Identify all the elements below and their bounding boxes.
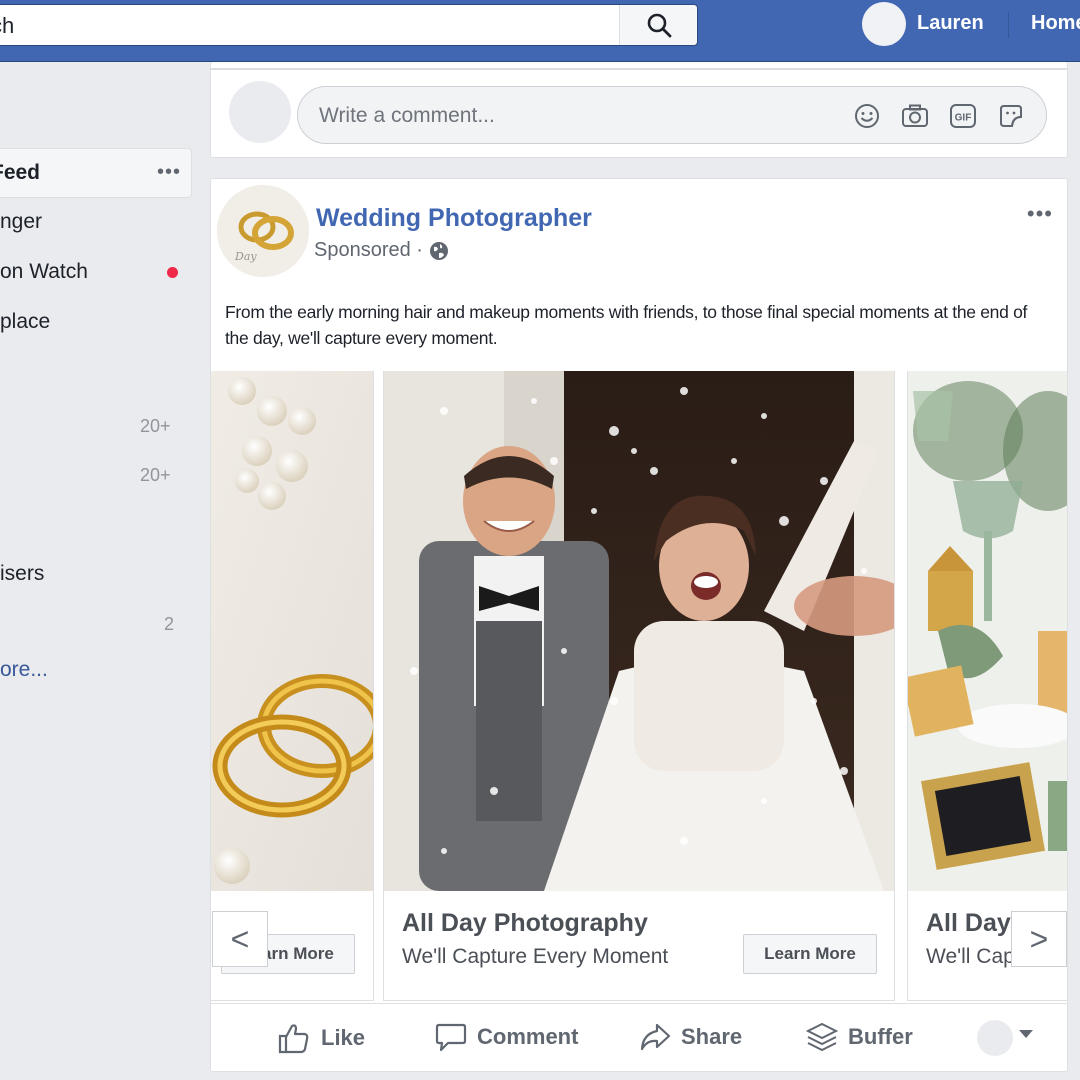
post-text: From the early morning hair and makeup m… bbox=[225, 302, 1028, 348]
search-bar[interactable]: ch bbox=[0, 4, 698, 46]
sponsored-post: Day Wedding Photographer Sponsored · •••… bbox=[210, 178, 1068, 1072]
sidebar-item-fundraisers[interactable]: isers bbox=[0, 562, 44, 586]
user-avatar[interactable] bbox=[862, 2, 906, 46]
carousel: Learn More All Day Photography We'll Cap… bbox=[211, 371, 1067, 1003]
sidebar-item-watch[interactable]: on Watch bbox=[0, 260, 88, 284]
share-button[interactable]: Share bbox=[639, 1022, 742, 1052]
carousel-image-rings bbox=[211, 371, 373, 891]
sponsored-label: Sponsored · bbox=[314, 239, 449, 262]
caret-down-icon[interactable] bbox=[1019, 1030, 1033, 1038]
camera-icon[interactable] bbox=[900, 101, 930, 131]
carousel-prev-button[interactable]: < bbox=[212, 911, 268, 967]
carousel-card-subtitle: We'll Capture Every Moment bbox=[402, 945, 669, 968]
chevron-right-icon: > bbox=[1029, 920, 1049, 957]
comment-label: Comment bbox=[477, 1024, 579, 1049]
carousel-card-title: All Day Photography bbox=[402, 909, 648, 937]
search-button[interactable] bbox=[619, 5, 697, 45]
comment-placeholder: Write a comment... bbox=[319, 104, 495, 127]
learn-more-button[interactable]: Learn More bbox=[743, 934, 877, 974]
share-label: Share bbox=[681, 1024, 743, 1049]
comment-button[interactable]: Comment bbox=[435, 1022, 578, 1052]
notification-dot bbox=[167, 267, 178, 278]
see-more-link[interactable]: ore... bbox=[0, 658, 48, 682]
svg-text:GIF: GIF bbox=[955, 113, 972, 124]
like-label: Like bbox=[321, 1025, 366, 1050]
avatar[interactable] bbox=[977, 1020, 1013, 1056]
left-sidebar: Feed ••• nger on Watch place 20+ 20+ ise… bbox=[0, 62, 200, 1080]
search-icon bbox=[647, 13, 671, 38]
share-icon bbox=[640, 1023, 671, 1051]
avatar bbox=[229, 81, 291, 143]
buffer-label: Buffer bbox=[848, 1024, 913, 1049]
like-button[interactable]: Like bbox=[277, 1022, 365, 1054]
sidebar-item-label: Feed bbox=[0, 161, 41, 184]
carousel-image-table bbox=[908, 371, 1067, 891]
sidebar-item-marketplace[interactable]: place bbox=[0, 310, 50, 334]
profile-link[interactable]: Lauren bbox=[917, 12, 984, 35]
page-name-link[interactable]: Wedding Photographer bbox=[316, 204, 592, 233]
sidebar-count: 2 bbox=[164, 614, 175, 634]
divider bbox=[211, 68, 1067, 70]
svg-text:Day: Day bbox=[234, 250, 257, 263]
home-link[interactable]: Home bbox=[1031, 12, 1080, 35]
comment-composer-card: Write a comment... GIF bbox=[210, 62, 1068, 158]
carousel-image-couple bbox=[384, 371, 894, 891]
top-navigation-bar: ch Lauren Home bbox=[0, 0, 1080, 62]
sidebar-item-messenger[interactable]: nger bbox=[0, 210, 42, 234]
globe-icon bbox=[429, 241, 448, 260]
comment-icon bbox=[435, 1023, 467, 1052]
thumbs-up-icon bbox=[278, 1024, 309, 1054]
post-options-icon[interactable]: ••• bbox=[1027, 201, 1053, 227]
buffer-button[interactable]: Buffer bbox=[806, 1022, 913, 1052]
carousel-card[interactable]: All Day Photography We'll Capture Every … bbox=[383, 371, 895, 1001]
more-options-icon[interactable]: ••• bbox=[157, 161, 181, 184]
comment-tools: GIF bbox=[852, 101, 1026, 131]
sidebar-count: 20+ bbox=[140, 465, 171, 485]
page-avatar[interactable]: Day bbox=[217, 185, 309, 277]
gif-icon[interactable]: GIF bbox=[948, 101, 978, 131]
search-input[interactable]: ch bbox=[0, 13, 14, 39]
sticker-icon[interactable] bbox=[996, 101, 1026, 131]
sidebar-item-news-feed[interactable]: Feed ••• bbox=[0, 148, 192, 198]
chevron-left-icon: < bbox=[230, 920, 250, 957]
buffer-layers-icon bbox=[806, 1022, 838, 1052]
sponsored-text: Sponsored · bbox=[314, 239, 423, 261]
nav-divider bbox=[1008, 12, 1009, 38]
carousel-next-button[interactable]: > bbox=[1011, 911, 1067, 967]
emoji-icon[interactable] bbox=[852, 101, 882, 131]
sidebar-count: 20+ bbox=[140, 416, 171, 436]
post-actions-bar: Like Comment Share Buffer bbox=[211, 1003, 1067, 1071]
comment-input[interactable]: Write a comment... GIF bbox=[297, 86, 1047, 144]
carousel-card[interactable]: All Day Pho We'll Capture bbox=[907, 371, 1067, 1001]
carousel-card[interactable]: Learn More bbox=[211, 371, 374, 1001]
